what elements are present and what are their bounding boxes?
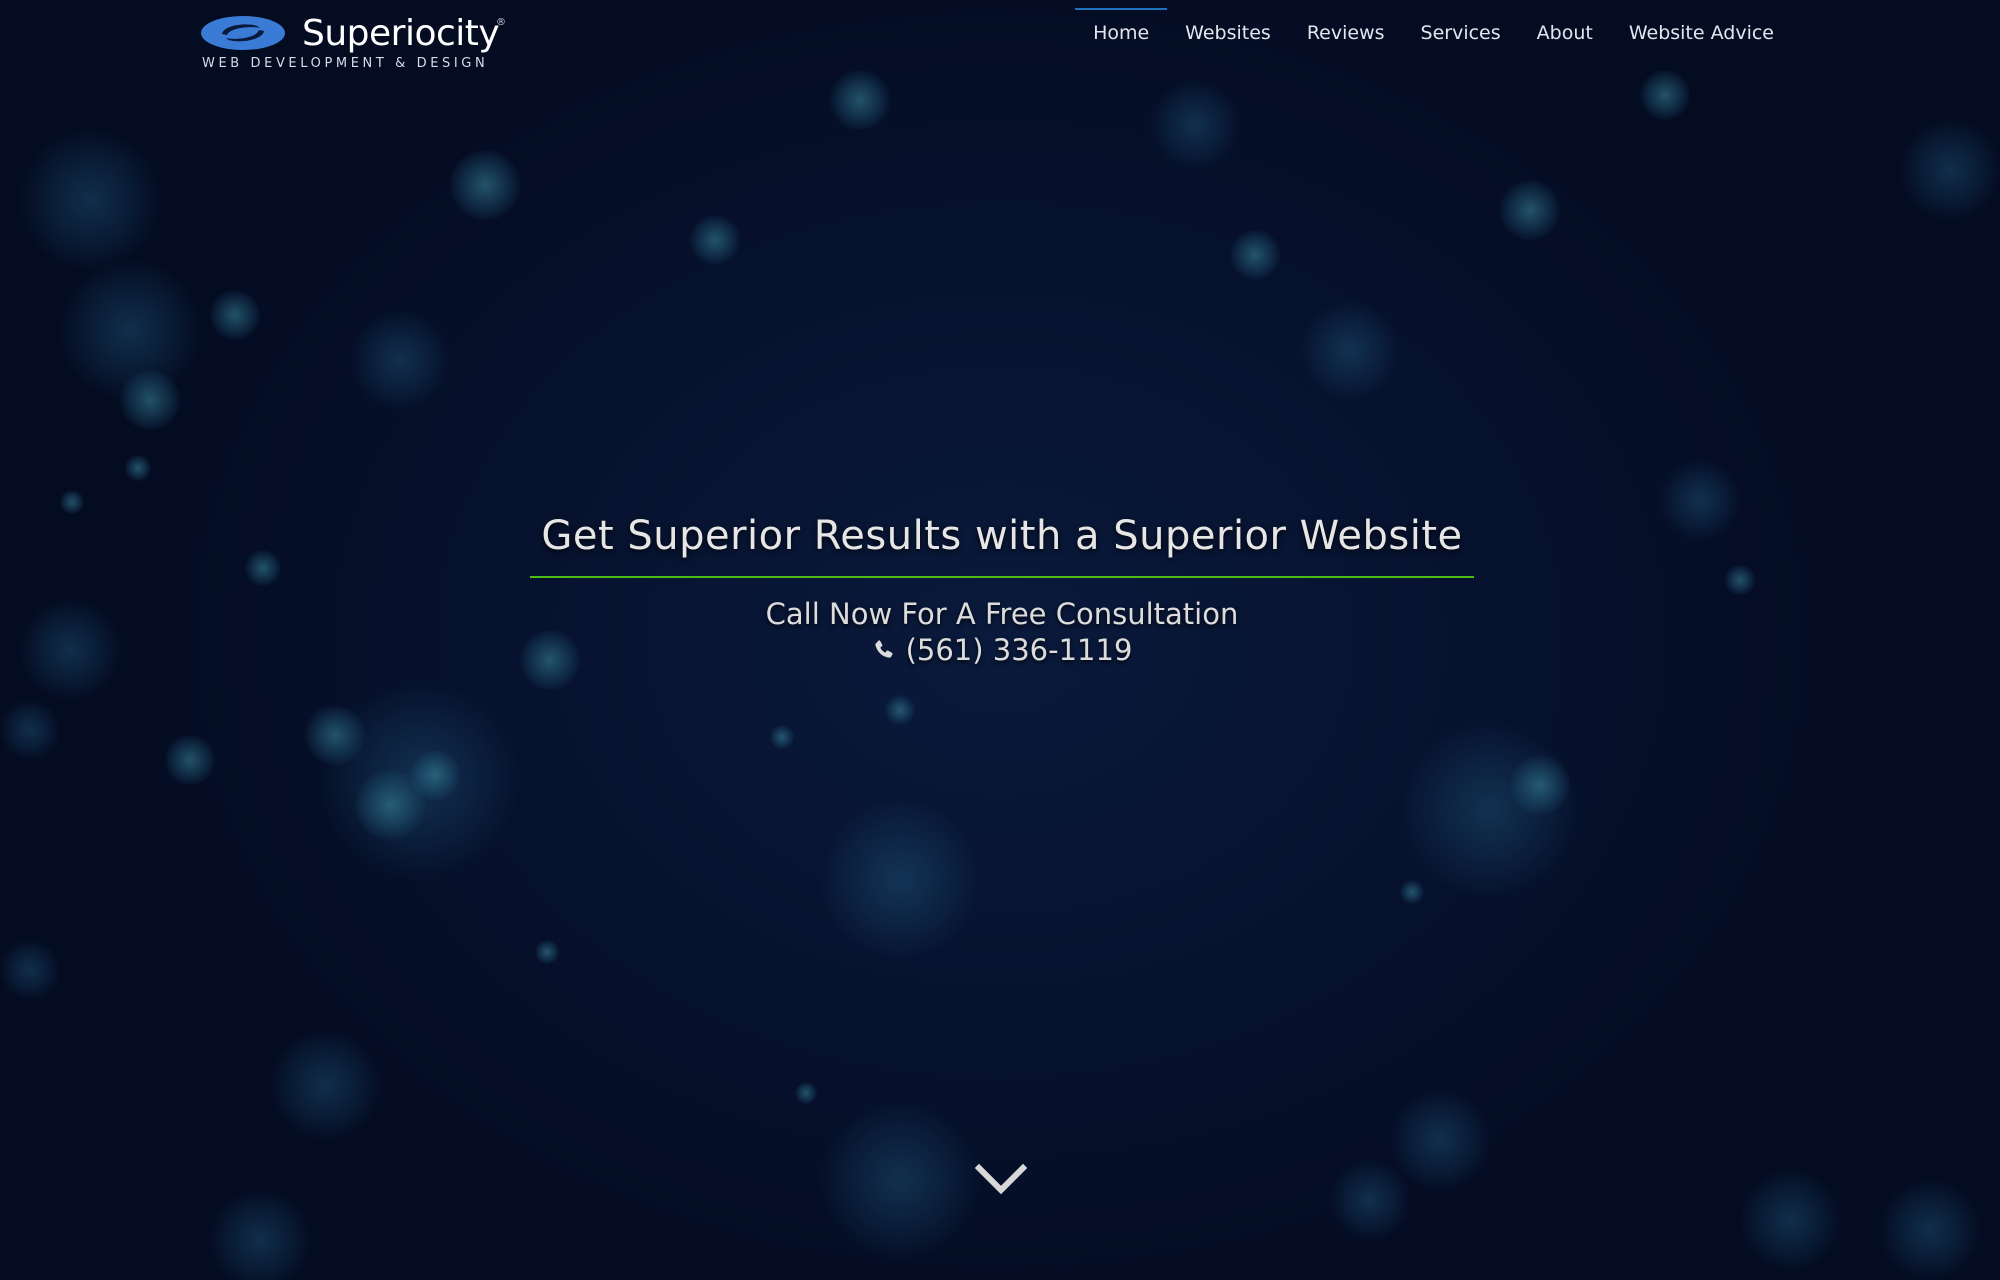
phone-number: (561) 336-1119 <box>905 633 1133 667</box>
nav-item-services[interactable]: Services <box>1403 8 1519 64</box>
phone-icon <box>874 640 893 658</box>
nav-item-home[interactable]: Home <box>1075 8 1168 64</box>
registered-mark: ® <box>496 17 506 28</box>
site-logo[interactable]: Superiocity ® WEB DEVELOPMENT & DESIGN <box>200 12 510 74</box>
brand-name: Superiocity <box>302 13 500 54</box>
nav-item-about[interactable]: About <box>1519 8 1611 64</box>
nav-item-websites[interactable]: Websites <box>1167 8 1289 64</box>
site-header: Superiocity ® WEB DEVELOPMENT & DESIGN H… <box>0 0 2000 80</box>
hero-section: Get Superior Results with a Superior Web… <box>530 500 1474 668</box>
hero-title: Get Superior Results with a Superior Web… <box>541 513 1463 559</box>
logo-swoosh-icon <box>201 16 285 50</box>
nav-item-reviews[interactable]: Reviews <box>1289 8 1403 64</box>
main-nav: Home Websites Reviews Services About Web… <box>1075 8 1792 64</box>
chevron-down-icon[interactable] <box>975 1162 1027 1198</box>
hero-divider <box>530 576 1474 578</box>
brand-tagline: WEB DEVELOPMENT & DESIGN <box>202 56 489 71</box>
nav-item-website-advice[interactable]: Website Advice <box>1611 8 1792 64</box>
hero-subtitle: Call Now For A Free Consultation <box>765 597 1239 631</box>
phone-link[interactable]: (561) 336-1119 <box>872 632 1133 668</box>
